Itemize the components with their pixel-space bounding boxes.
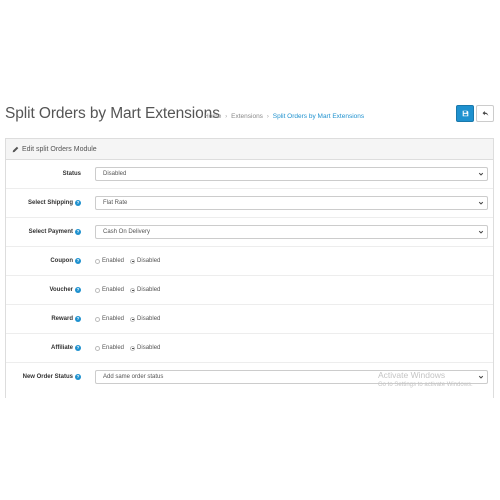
chevron-down-icon [478, 201, 484, 205]
chevron-down-icon [478, 172, 484, 176]
affiliate-label: Affiliate? [50, 345, 81, 351]
form-row-coupon: Coupon? Enabled Disabled [6, 247, 493, 276]
back-button[interactable] [476, 105, 494, 122]
reward-disabled-option[interactable]: Disabled [130, 316, 160, 322]
affiliate-radio-group: Enabled Disabled [95, 334, 166, 362]
reward-label: Reward? [51, 316, 81, 322]
voucher-enabled-option[interactable]: Enabled [95, 287, 124, 293]
voucher-label: Voucher? [49, 287, 81, 293]
shipping-label: Select Shipping? [27, 200, 81, 206]
chevron-down-icon [478, 230, 484, 234]
help-icon[interactable]: ? [75, 229, 81, 235]
radio-button-checked[interactable] [130, 258, 136, 264]
reply-icon [482, 111, 488, 116]
help-icon[interactable]: ? [75, 258, 81, 264]
radio-button[interactable] [95, 316, 100, 322]
page-title: Split Orders by Mart Extensions [5, 105, 220, 122]
form-row-affiliate: Affiliate? Enabled Disabled [6, 334, 493, 363]
status-select[interactable]: Disabled [95, 167, 488, 181]
order-status-label: New Order Status? [22, 374, 81, 380]
page-header: Split Orders by Mart Extensions Home › E… [0, 105, 500, 131]
coupon-disabled-option[interactable]: Disabled [130, 258, 160, 264]
chevron-down-icon [478, 375, 484, 379]
radio-button-checked[interactable] [130, 345, 136, 351]
breadcrumb-home[interactable]: Home [204, 113, 221, 120]
panel-heading: Edit split Orders Module [6, 139, 493, 160]
panel-title: Edit split Orders Module [22, 145, 97, 153]
save-icon [462, 110, 468, 117]
status-label: Status [62, 171, 81, 177]
affiliate-enabled-option[interactable]: Enabled [95, 345, 124, 351]
help-icon[interactable]: ? [75, 345, 81, 351]
reward-radio-group: Enabled Disabled [95, 305, 166, 333]
breadcrumb-separator: › [266, 113, 269, 120]
form-row-reward: Reward? Enabled Disabled [6, 305, 493, 334]
breadcrumb-separator: › [225, 113, 228, 120]
form-row-status: Status Disabled [6, 160, 493, 189]
breadcrumb-extensions[interactable]: Extensions [231, 113, 263, 120]
radio-button[interactable] [95, 258, 100, 264]
reward-enabled-option[interactable]: Enabled [95, 316, 124, 322]
coupon-radio-group: Enabled Disabled [95, 247, 166, 275]
watermark-title: Activate Windows [378, 370, 446, 380]
help-icon[interactable]: ? [75, 316, 81, 322]
radio-button-checked[interactable] [130, 316, 136, 322]
radio-button[interactable] [95, 287, 100, 293]
form-row-voucher: Voucher? Enabled Disabled [6, 276, 493, 305]
payment-label: Select Payment? [28, 229, 81, 235]
affiliate-disabled-option[interactable]: Disabled [130, 345, 160, 351]
payment-select[interactable]: Cash On Delivery [95, 225, 488, 239]
save-button[interactable] [456, 105, 474, 122]
shipping-select[interactable]: Flat Rate [95, 196, 488, 210]
help-icon[interactable]: ? [75, 200, 81, 206]
form-row-shipping: Select Shipping? Flat Rate [6, 189, 493, 218]
breadcrumb-current[interactable]: Split Orders by Mart Extensions [273, 113, 364, 120]
radio-button[interactable] [95, 345, 100, 351]
coupon-enabled-option[interactable]: Enabled [95, 258, 124, 264]
edit-module-panel: Edit split Orders Module Status Disabled… [5, 138, 494, 398]
help-icon[interactable]: ? [75, 287, 81, 293]
radio-button-checked[interactable] [130, 287, 136, 293]
voucher-disabled-option[interactable]: Disabled [130, 287, 160, 293]
breadcrumb: Home › Extensions › Split Orders by Mart… [204, 113, 364, 120]
voucher-radio-group: Enabled Disabled [95, 276, 166, 304]
watermark-subtitle: Go to Settings to activate Windows. [378, 382, 473, 388]
form-row-payment: Select Payment? Cash On Delivery [6, 218, 493, 247]
coupon-label: Coupon? [50, 258, 81, 264]
activate-windows-watermark: Activate Windows Go to Settings to activ… [378, 370, 473, 388]
pencil-icon [12, 146, 19, 153]
help-icon[interactable]: ? [75, 374, 81, 380]
